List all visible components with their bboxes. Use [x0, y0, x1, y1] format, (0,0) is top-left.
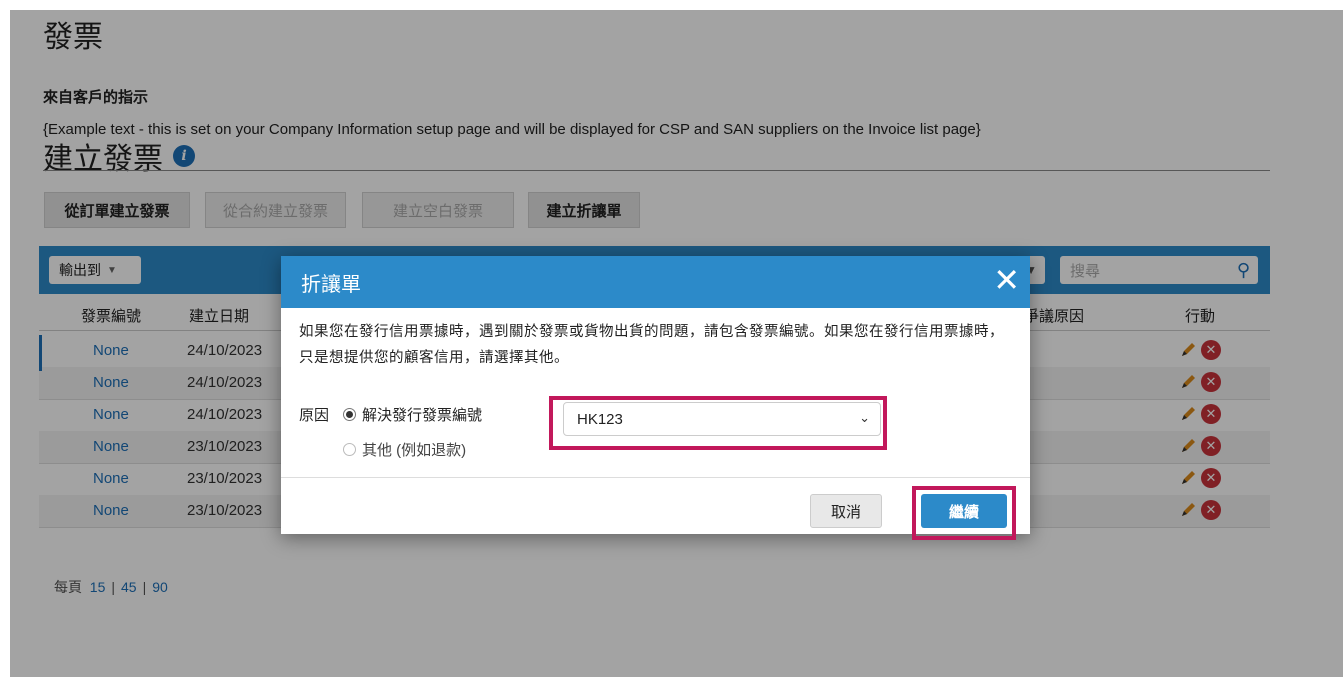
radio-checked-icon [343, 408, 356, 421]
radio-other[interactable]: 其他 (例如退款) [343, 439, 466, 460]
close-icon[interactable]: ✕ [993, 262, 1020, 298]
radio-resolve-label: 解決發行發票編號 [362, 407, 483, 424]
radio-other-label: 其他 (例如退款) [362, 442, 467, 459]
radio-resolve-invoice[interactable]: 解決發行發票編號 [343, 404, 482, 425]
reason-label: 原因 [299, 407, 330, 424]
dialog-title: 折讓單 [301, 274, 361, 296]
radio-unchecked-icon [343, 443, 356, 456]
dialog-footer-divider [281, 477, 1030, 478]
dialog-description: 如果您在發行信用票據時，遇到關於發票或貨物出貨的問題，請包含發票編號。如果您在發… [299, 324, 1004, 366]
cancel-button[interactable]: 取消 [810, 494, 882, 528]
highlight-box-continue [912, 486, 1016, 540]
highlight-box-select [549, 396, 887, 450]
dialog-header: 折讓單 ✕ [281, 256, 1030, 308]
